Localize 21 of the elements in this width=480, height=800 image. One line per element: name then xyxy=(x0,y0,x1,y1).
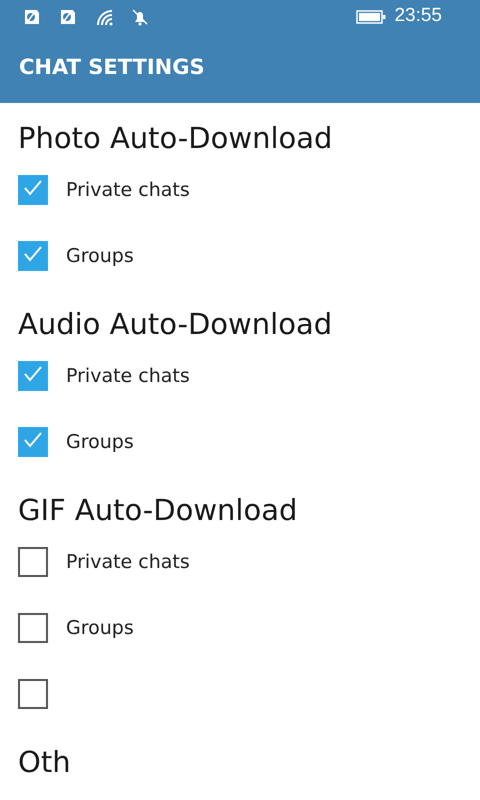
checkbox-label[interactable]: Private chats xyxy=(66,548,190,576)
checkbox-label[interactable]: Private chats xyxy=(66,362,190,390)
status-time: 23:55 xyxy=(394,4,442,28)
section-heading: Photo Auto-Download xyxy=(18,120,334,157)
checkbox-label[interactable]: Groups xyxy=(66,428,134,456)
section-heading: Oth xyxy=(18,744,72,781)
checkbox-label[interactable]: Groups xyxy=(66,614,134,642)
checkbox-label[interactable]: Groups xyxy=(66,242,134,270)
checkbox[interactable] xyxy=(18,241,48,271)
section-heading: GIF Auto-Download xyxy=(18,492,298,529)
checkbox[interactable] xyxy=(18,175,48,205)
page-title: CHAT SETTINGS xyxy=(19,54,205,82)
section-heading: Audio Auto-Download xyxy=(18,306,334,343)
checkbox[interactable] xyxy=(18,361,48,391)
checkbox[interactable] xyxy=(18,547,48,577)
checkbox[interactable] xyxy=(18,427,48,457)
battery-icon xyxy=(356,10,386,24)
checkbox-label[interactable]: Private chats xyxy=(66,176,190,204)
checkbox[interactable] xyxy=(18,679,48,709)
checkbox[interactable] xyxy=(18,613,48,643)
bell-muted-icon xyxy=(130,6,150,26)
